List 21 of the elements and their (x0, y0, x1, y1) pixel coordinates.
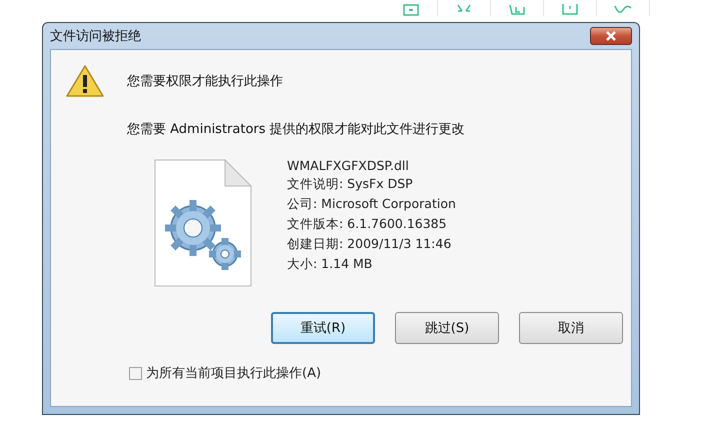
checkbox[interactable] (129, 366, 142, 380)
dialog-button[interactable]: 跳过(S) (395, 312, 499, 344)
file-detail: 公司: Microsoft Corporation (287, 196, 456, 213)
file-name: WMALFXGFXDSP.dll (287, 158, 410, 173)
dialog-button[interactable]: 重试(R) (271, 312, 375, 344)
dialog-button[interactable]: 取消 (519, 312, 623, 344)
window-title: 文件访问被拒绝 (50, 28, 141, 45)
toolbar-icon[interactable] (401, 2, 421, 16)
heading-text: 您需要权限才能执行此操作 (127, 73, 283, 90)
message-text: 您需要 Administrators 提供的权限才能对此文件进行更改 (127, 121, 466, 138)
checkbox-label[interactable]: 为所有当前项目执行此操作(A) (146, 364, 322, 382)
warning-icon (65, 64, 105, 98)
file-detail: 文件说明: SysFx DSP (287, 176, 414, 193)
close-button[interactable] (590, 27, 632, 45)
close-icon (605, 31, 617, 41)
file-detail: 大小: 1.14 MB (287, 256, 374, 273)
toolbar-icon[interactable] (507, 2, 527, 16)
file-detail: 创建日期: 2009/11/3 11:46 (287, 236, 452, 253)
toolbar-icon[interactable] (560, 2, 580, 16)
file-gear-icon (153, 158, 253, 288)
file-detail: 文件版本: 6.1.7600.16385 (287, 216, 448, 233)
